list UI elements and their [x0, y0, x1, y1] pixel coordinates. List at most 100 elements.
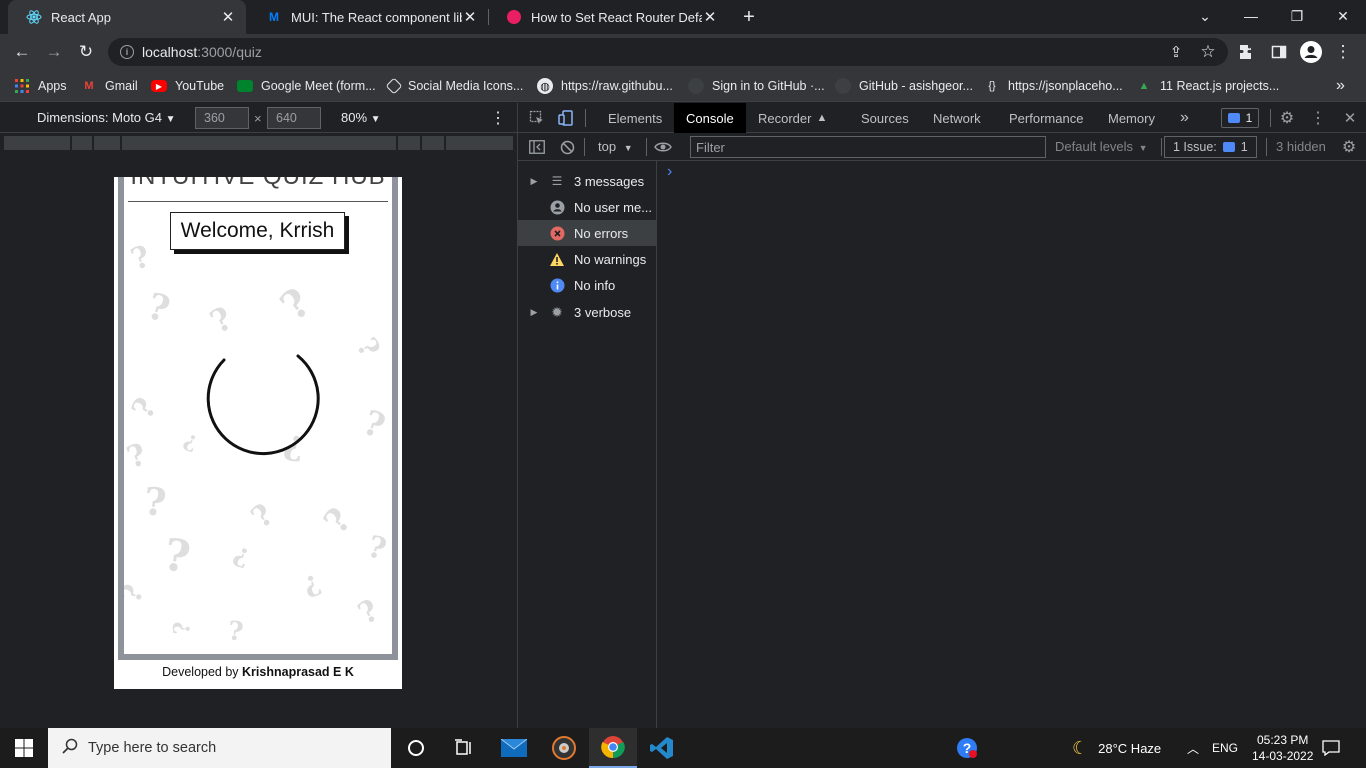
notification-icon[interactable]	[1322, 728, 1340, 768]
inspect-element-icon[interactable]	[528, 109, 546, 127]
tab-search-icon[interactable]: ⌄	[1182, 0, 1228, 32]
media-segment[interactable]	[4, 136, 70, 150]
console-prompt[interactable]: ›	[667, 163, 672, 181]
sidebar-item-warnings[interactable]: No warnings	[518, 246, 657, 272]
media-segment[interactable]	[446, 136, 513, 150]
close-window-icon[interactable]: ✕	[1320, 0, 1366, 32]
profile-avatar-icon[interactable]	[1299, 40, 1323, 64]
more-bookmarks-icon[interactable]: »	[1336, 76, 1345, 96]
expand-arrow-icon[interactable]: ▶	[526, 176, 542, 187]
help-app-icon[interactable]: ?	[943, 728, 991, 768]
tab-strip: React App ✕ M MUI: The React component l…	[0, 0, 1366, 34]
bookmark-apps[interactable]: Apps	[14, 76, 67, 96]
sidebar-item-messages[interactable]: ▶ ☰ 3 messages	[518, 168, 657, 194]
console-settings-gear-icon[interactable]: ⚙	[1340, 138, 1358, 156]
media-segment[interactable]	[72, 136, 92, 150]
expand-arrow-icon[interactable]: ▶	[526, 307, 542, 318]
tab-memory[interactable]: Memory	[1096, 103, 1167, 133]
tab-recorder[interactable]: Recorder ▲	[746, 103, 839, 133]
width-input[interactable]: 360	[195, 107, 249, 129]
devtools-menu-icon[interactable]: ⋮	[1309, 109, 1327, 127]
close-devtools-icon[interactable]: ✕	[1341, 109, 1359, 127]
zoom-select[interactable]: 80% ▼	[341, 110, 381, 125]
bookmark-google-meet[interactable]: Google Meet (form...	[237, 76, 376, 96]
tab-react-router[interactable]: How to Set React Router Default ✕	[488, 0, 728, 34]
settings-gear-icon[interactable]: ⚙	[1278, 109, 1296, 127]
tab-performance[interactable]: Performance	[997, 103, 1095, 133]
cap-icon: ▲	[1138, 80, 1150, 92]
address-bar[interactable]: i localhost:3000/quiz	[108, 38, 1228, 66]
more-options-icon[interactable]: ⋮	[490, 108, 506, 128]
issues-badge[interactable]: 1	[1221, 108, 1259, 128]
height-input[interactable]: 640	[267, 107, 321, 129]
bookmark-star-icon[interactable]: ☆	[1196, 40, 1220, 64]
taskbar-search[interactable]: Type here to search	[48, 728, 391, 768]
extensions-icon[interactable]	[1235, 40, 1259, 64]
bookmark-github-asish[interactable]: GitHub - asishgeor...	[835, 76, 973, 96]
reload-icon[interactable]: ↻	[74, 40, 98, 64]
sidebar-item-errors[interactable]: No errors	[518, 220, 657, 246]
windows-start-icon[interactable]	[0, 728, 48, 768]
bookmark-gmail[interactable]: M Gmail	[81, 76, 137, 96]
bookmark-label: YouTube	[175, 79, 225, 93]
media-segment[interactable]	[398, 136, 420, 150]
forward-icon[interactable]: →	[42, 40, 66, 64]
sidebar-toggle-icon[interactable]	[528, 138, 546, 156]
issue-count: 1	[1245, 111, 1253, 125]
log-levels-select[interactable]: Default levels ▼	[1055, 139, 1148, 154]
close-tab-icon[interactable]: ✕	[702, 8, 718, 26]
share-icon[interactable]: ⇪	[1164, 40, 1188, 64]
bookmark-github-signin[interactable]: Sign in to GitHub ·...	[688, 76, 825, 96]
bookmark-jsonplaceholder[interactable]: {} https://jsonplaceho...	[984, 76, 1122, 96]
media-player-icon[interactable]	[540, 728, 588, 768]
tray-overflow-chevron-icon[interactable]: ︿	[1187, 728, 1199, 768]
page-title: INTUITIVE QUIZ HUB	[124, 177, 392, 191]
sidebar-item-user-messages[interactable]: No user me...	[518, 194, 657, 220]
weather-text: 28°C Haze	[1098, 740, 1162, 756]
bookmark-youtube[interactable]: ▶ YouTube	[151, 76, 224, 96]
device-toggle-icon[interactable]	[557, 109, 575, 127]
tab-elements[interactable]: Elements	[596, 103, 674, 133]
vscode-app-icon[interactable]	[638, 728, 686, 768]
site-info-icon[interactable]: i	[120, 45, 134, 59]
restore-icon[interactable]: ❐	[1274, 0, 1320, 32]
console-filter-input[interactable]: Filter	[690, 136, 1046, 158]
tab-mui[interactable]: M MUI: The React component librar ✕	[248, 0, 488, 34]
tab-react-app[interactable]: React App ✕	[8, 0, 246, 34]
bookmark-social-media-icons[interactable]: Social Media Icons...	[385, 76, 523, 96]
issues-counter-button[interactable]: 1 Issue: 1	[1164, 136, 1257, 158]
media-segment[interactable]	[122, 136, 396, 150]
mail-app-icon[interactable]	[490, 728, 538, 768]
clock[interactable]: 05:23 PM 14-03-2022	[1252, 728, 1313, 768]
emulated-viewport: ? ? ? ? ? ? ? ? ? ? ? ? ? ? ? ? ? ? ? ? …	[0, 153, 517, 728]
media-query-bar[interactable]	[0, 133, 517, 153]
media-segment[interactable]	[422, 136, 444, 150]
close-tab-icon[interactable]: ✕	[462, 8, 478, 26]
media-segment[interactable]	[94, 136, 120, 150]
sidebar-item-info[interactable]: No info	[518, 272, 657, 298]
device-select[interactable]: Dimensions: Moto G4 ▼	[37, 110, 176, 125]
back-icon[interactable]: ←	[10, 40, 34, 64]
task-view-icon[interactable]	[440, 728, 488, 768]
question-mark-decoration: ?	[142, 284, 175, 332]
bookmark-raw-github[interactable]: ◍ https://raw.githubu...	[537, 76, 673, 96]
tab-network[interactable]: Network	[921, 103, 993, 133]
chrome-app-icon[interactable]	[589, 728, 637, 768]
close-tab-icon[interactable]: ✕	[220, 8, 236, 26]
minimize-icon[interactable]: —	[1228, 0, 1274, 32]
weather-widget[interactable]: ☾ 28°C Haze	[1072, 728, 1161, 768]
clear-console-icon[interactable]	[558, 138, 576, 156]
side-panel-icon[interactable]	[1267, 40, 1291, 64]
bookmark-react-projects[interactable]: ▲ 11 React.js projects...	[1136, 76, 1280, 96]
tab-sources[interactable]: Sources	[849, 103, 921, 133]
sidebar-item-verbose[interactable]: ▶ ✹ 3 verbose	[518, 299, 657, 325]
issue-icon	[1227, 113, 1240, 123]
context-select[interactable]: top ▼	[598, 139, 633, 154]
language-indicator[interactable]: ENG	[1212, 728, 1238, 768]
tab-console[interactable]: Console	[674, 103, 746, 133]
live-expression-eye-icon[interactable]	[654, 138, 672, 156]
new-tab-button[interactable]: +	[734, 0, 764, 34]
more-tabs-icon[interactable]: »	[1168, 103, 1201, 133]
menu-kebab-icon[interactable]: ⋮	[1331, 40, 1355, 64]
cortana-icon[interactable]	[392, 728, 440, 768]
